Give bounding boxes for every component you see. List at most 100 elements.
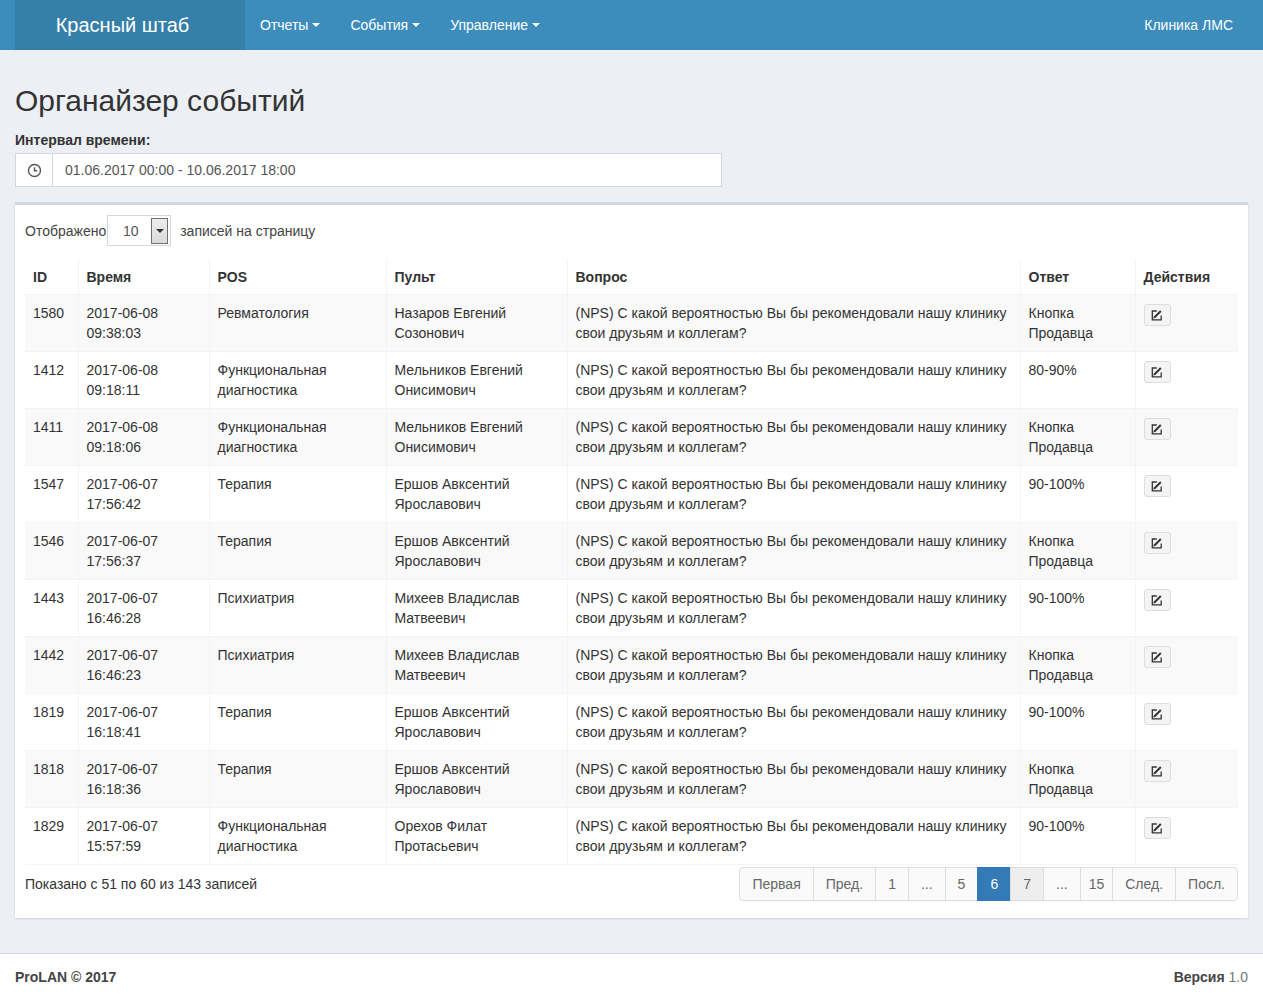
cell-question: (NPS) С какой вероятностью Вы бы рекомен… <box>567 808 1020 865</box>
edit-button[interactable] <box>1144 817 1171 839</box>
table-row: 1412 2017-06-08 09:18:11 Функциональная … <box>25 352 1238 409</box>
cell-time: 2017-06-07 16:46:28 <box>78 580 209 637</box>
cell-time: 2017-06-08 09:18:06 <box>78 409 209 466</box>
footer: ProLAN © 2017 Версия 1.0 <box>0 953 1263 1004</box>
edit-icon <box>1150 650 1164 664</box>
cell-answer: 90-100% <box>1020 466 1135 523</box>
pagination-prev[interactable]: Пред. <box>813 867 876 901</box>
cell-device: Михеев Владислав Матвеевич <box>386 637 567 694</box>
cell-id: 1547 <box>25 466 78 523</box>
cell-answer: Кнопка Продавца <box>1020 751 1135 808</box>
pagination-page-7[interactable]: 7 <box>1010 867 1044 901</box>
edit-button[interactable] <box>1144 760 1171 782</box>
cell-device: Ершов Авксентий Ярославович <box>386 523 567 580</box>
pagesize-suffix: записей на страницу <box>180 223 315 239</box>
cell-actions <box>1135 466 1238 523</box>
cell-id: 1819 <box>25 694 78 751</box>
column-header[interactable]: POS <box>209 259 386 295</box>
cell-time: 2017-06-07 16:18:36 <box>78 751 209 808</box>
cell-answer: 80-90% <box>1020 352 1135 409</box>
cell-question: (NPS) С какой вероятностью Вы бы рекомен… <box>567 637 1020 694</box>
nav-item-management[interactable]: Управление <box>435 0 555 50</box>
cell-pos: Функциональная диагностика <box>209 409 386 466</box>
pagination-page-1[interactable]: 1 <box>875 867 909 901</box>
table-row: 1829 2017-06-07 15:57:59 Функциональная … <box>25 808 1238 865</box>
navbar: Красный штаб ОтчетыСобытияУправление Кли… <box>0 0 1263 50</box>
cell-id: 1412 <box>25 352 78 409</box>
cell-device: Ершов Авксентий Ярославович <box>386 694 567 751</box>
pagination-last[interactable]: Посл. <box>1175 867 1238 901</box>
cell-id: 1442 <box>25 637 78 694</box>
pagination-page-6[interactable]: 6 <box>977 867 1011 901</box>
cell-id: 1443 <box>25 580 78 637</box>
cell-pos: Ревматология <box>209 295 386 352</box>
pagination-page-15[interactable]: 15 <box>1080 867 1114 901</box>
cell-pos: Психиатрия <box>209 580 386 637</box>
nav-item-events[interactable]: События <box>335 0 435 50</box>
edit-icon <box>1150 308 1164 322</box>
column-header[interactable]: ID <box>25 259 78 295</box>
daterange-input-group: 01.06.2017 00:00 - 10.06.2017 18:00 <box>15 153 722 187</box>
pagination-ellipsis-1[interactable]: ... <box>908 867 946 901</box>
cell-question: (NPS) С какой вероятностью Вы бы рекомен… <box>567 751 1020 808</box>
cell-actions <box>1135 694 1238 751</box>
edit-button[interactable] <box>1144 418 1171 440</box>
brand[interactable]: Красный штаб <box>15 0 245 50</box>
cell-device: Ершов Авксентий Ярославович <box>386 751 567 808</box>
grid-panel: Отображено 10 записей на страницу IDВрем… <box>15 202 1248 918</box>
column-header[interactable]: Вопрос <box>567 259 1020 295</box>
daterange-input[interactable]: 01.06.2017 00:00 - 10.06.2017 18:00 <box>53 153 722 187</box>
pagination-ellipsis-2[interactable]: ... <box>1043 867 1081 901</box>
interval-label: Интервал времени: <box>15 132 1248 148</box>
cell-question: (NPS) С какой вероятностью Вы бы рекомен… <box>567 523 1020 580</box>
cell-actions <box>1135 352 1238 409</box>
nav-item-reports[interactable]: Отчеты <box>245 0 335 50</box>
edit-button[interactable] <box>1144 589 1171 611</box>
cell-actions <box>1135 523 1238 580</box>
footer-brand: ProLAN © 2017 <box>15 969 116 989</box>
cell-answer: 90-100% <box>1020 694 1135 751</box>
edit-button[interactable] <box>1144 361 1171 383</box>
column-header[interactable]: Ответ <box>1020 259 1135 295</box>
table-row: 1546 2017-06-07 17:56:37 Терапия Ершов А… <box>25 523 1238 580</box>
edit-icon <box>1150 593 1164 607</box>
cell-device: Мельников Евгений Онисимович <box>386 409 567 466</box>
table-row: 1411 2017-06-08 09:18:06 Функциональная … <box>25 409 1238 466</box>
cell-actions <box>1135 295 1238 352</box>
pagination-page-5[interactable]: 5 <box>945 867 979 901</box>
edit-button[interactable] <box>1144 646 1171 668</box>
column-header[interactable]: Действия <box>1135 259 1238 295</box>
column-header[interactable]: Пульт <box>386 259 567 295</box>
table-row: 1819 2017-06-07 16:18:41 Терапия Ершов А… <box>25 694 1238 751</box>
cell-actions <box>1135 808 1238 865</box>
chevron-down-icon <box>312 23 320 27</box>
edit-button[interactable] <box>1144 703 1171 725</box>
pagination: ПерваяПред.1...567...15След.Посл. <box>739 867 1238 901</box>
cell-answer: Кнопка Продавца <box>1020 295 1135 352</box>
pagination-next[interactable]: След. <box>1112 867 1176 901</box>
edit-icon <box>1150 536 1164 550</box>
cell-answer: 90-100% <box>1020 580 1135 637</box>
cell-pos: Терапия <box>209 694 386 751</box>
dropdown-arrow-icon[interactable] <box>151 218 168 244</box>
edit-button[interactable] <box>1144 475 1171 497</box>
edit-icon <box>1150 422 1164 436</box>
chevron-down-icon <box>532 23 540 27</box>
cell-device: Ершов Авксентий Ярославович <box>386 466 567 523</box>
cell-time: 2017-06-08 09:18:11 <box>78 352 209 409</box>
summary-row: Показано с 51 по 60 из 143 записей Перва… <box>25 867 1238 901</box>
cell-answer: 90-100% <box>1020 808 1135 865</box>
cell-id: 1411 <box>25 409 78 466</box>
column-header[interactable]: Время <box>78 259 209 295</box>
edit-button[interactable] <box>1144 532 1171 554</box>
cell-pos: Терапия <box>209 751 386 808</box>
pagesize-select[interactable]: 10 <box>107 215 171 246</box>
cell-id: 1546 <box>25 523 78 580</box>
edit-button[interactable] <box>1144 304 1171 326</box>
pagination-first[interactable]: Первая <box>739 867 813 901</box>
table-row: 1442 2017-06-07 16:46:23 Психиатрия Михе… <box>25 637 1238 694</box>
cell-answer: Кнопка Продавца <box>1020 523 1135 580</box>
cell-time: 2017-06-07 17:56:42 <box>78 466 209 523</box>
cell-time: 2017-06-08 09:38:03 <box>78 295 209 352</box>
cell-pos: Функциональная диагностика <box>209 808 386 865</box>
